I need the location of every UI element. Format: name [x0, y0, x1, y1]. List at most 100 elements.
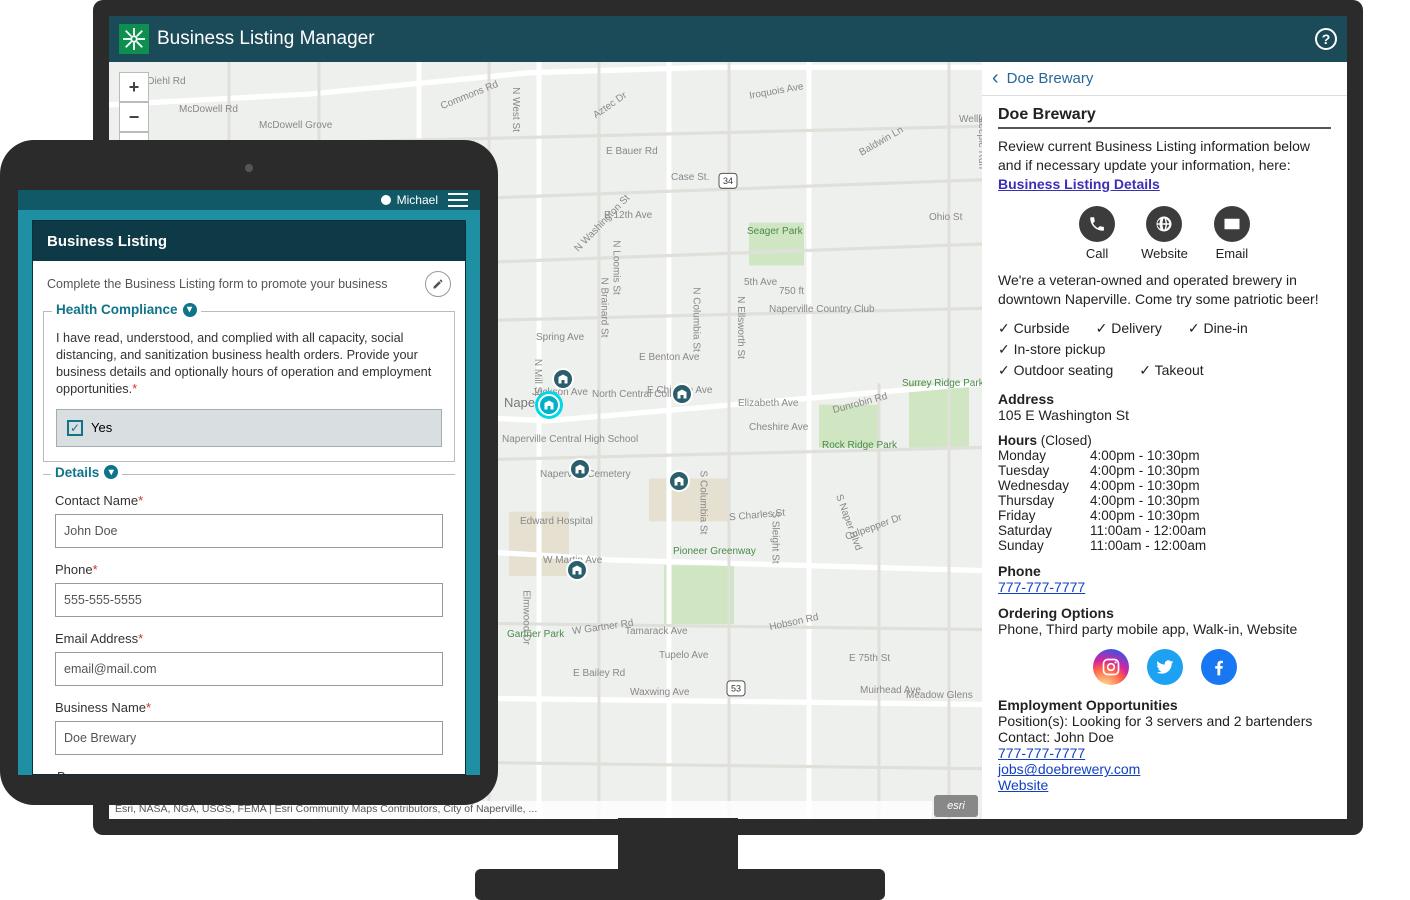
- social-links: [998, 649, 1331, 685]
- review-text: Review current Business Listing informat…: [998, 137, 1331, 194]
- edit-button[interactable]: [425, 271, 451, 297]
- poi-label: McDowell Grove: [259, 120, 332, 131]
- emp-phone-link[interactable]: 777-777-7777: [998, 745, 1085, 761]
- form-intro-text: Complete the Business Listing form to pr…: [47, 277, 387, 291]
- esri-logo: esri: [934, 795, 978, 817]
- features-row-1: ✓ Curbside ✓ Delivery ✓ Dine-in ✓ In-sto…: [998, 318, 1331, 360]
- details-panel: ‹ Doe Brewary Doe Brewary Review current…: [982, 62, 1347, 819]
- app-logo-icon: [119, 24, 149, 54]
- street-label: McDowell Rd: [179, 104, 238, 115]
- street-label: N Brainard St: [599, 277, 610, 337]
- street-label: E Bailey Rd: [573, 668, 625, 679]
- park-label: Gartner Park: [507, 629, 564, 640]
- business-listing-details-link[interactable]: Business Listing Details: [998, 176, 1160, 192]
- park-label: Seager Park: [747, 226, 803, 237]
- map-pin[interactable]: [552, 368, 574, 390]
- street-label: 5th Ave: [744, 277, 777, 288]
- hc-yes-checkbox[interactable]: ✓ Yes: [56, 409, 442, 447]
- user-avatar-icon: [381, 195, 391, 205]
- contact-name-input[interactable]: [55, 514, 443, 548]
- street-label: 750 ft: [779, 286, 804, 297]
- phone-field: Phone*: [55, 562, 443, 617]
- email-field: Email Address*: [55, 631, 443, 686]
- form-intro-row: Complete the Business Listing form to pr…: [33, 261, 465, 307]
- health-compliance-fieldset: Health Compliance▾ I have read, understo…: [43, 311, 455, 462]
- street-label: E Bauer Rd: [606, 146, 658, 157]
- street-label: N Ellsworth St: [735, 296, 746, 359]
- svg-text:34: 34: [723, 176, 733, 186]
- tablet-frame: Michael Business Listing Complete the Bu…: [0, 140, 498, 805]
- help-button[interactable]: ?: [1315, 28, 1337, 50]
- map-pin[interactable]: [668, 470, 690, 492]
- poi-label: Naperville Central High School: [502, 434, 572, 445]
- street-label: Wellington Ct.: [959, 114, 982, 125]
- call-button[interactable]: Call: [1079, 206, 1115, 261]
- park-label: Surrey Ridge Park: [902, 378, 962, 389]
- street-label: N Loomis St: [611, 240, 622, 294]
- zoom-out-button[interactable]: −: [119, 102, 149, 132]
- field-label: Contact Name*: [55, 493, 443, 508]
- panel-body[interactable]: Doe Brewary Review current Business List…: [982, 96, 1347, 819]
- phone-link[interactable]: 777-777-7777: [998, 579, 1085, 595]
- business-description: We're a veteran-owned and operated brewe…: [998, 271, 1331, 309]
- collapse-icon: ▾: [183, 303, 197, 317]
- park-label: Rock Ridge Park: [822, 440, 897, 451]
- form-title: Business Listing: [33, 221, 465, 261]
- details-legend[interactable]: Details▾: [51, 465, 122, 480]
- emp-website-link[interactable]: Website: [998, 777, 1048, 793]
- field-label: Email Address*: [55, 631, 443, 646]
- map-pin-selected[interactable]: [538, 394, 560, 416]
- business-title: Doe Brewary: [998, 106, 1331, 129]
- app-title: Business Listing Manager: [157, 28, 375, 50]
- street-label: E Benton Ave: [639, 352, 699, 363]
- contact-icons: Call Website Email: [998, 206, 1331, 261]
- street-label: E 75th St: [849, 653, 890, 664]
- email-input[interactable]: [55, 652, 443, 686]
- twitter-link[interactable]: [1147, 649, 1183, 685]
- street-label: Elizabeth Ave: [738, 398, 798, 409]
- field-label: Phone*: [55, 562, 443, 577]
- street-label: S Sleight St: [770, 511, 781, 563]
- details-fieldset: Details▾ Contact Name* Phone* Email Addr…: [43, 474, 455, 775]
- map-pin[interactable]: [671, 383, 693, 405]
- street-label: Ohio St: [929, 212, 962, 223]
- map-pin[interactable]: [566, 559, 588, 581]
- user-name: Michael: [397, 193, 438, 207]
- email-button[interactable]: Email: [1214, 206, 1250, 261]
- street-label: N West St: [510, 87, 521, 132]
- website-button[interactable]: Website: [1141, 206, 1188, 261]
- svg-text:53: 53: [731, 683, 741, 693]
- street-label: Tamarack Ave: [625, 626, 688, 637]
- street-label: Case St.: [671, 172, 709, 183]
- email-icon: [1214, 206, 1250, 242]
- back-button[interactable]: ‹: [992, 67, 999, 90]
- monitor-base: [475, 869, 885, 900]
- globe-icon: [1146, 206, 1182, 242]
- instagram-link[interactable]: [1093, 649, 1129, 685]
- features-row-2: ✓ Outdoor seating ✓ Takeout: [998, 360, 1331, 381]
- business-name-input[interactable]: [55, 721, 443, 755]
- poi-label: Edward Hospital: [520, 516, 568, 527]
- poi-label: Meadow Glens: [906, 690, 973, 701]
- field-label: Business Name*: [55, 700, 443, 715]
- collapse-icon: ▾: [104, 465, 118, 479]
- breadcrumb: ‹ Doe Brewary: [982, 62, 1347, 96]
- app-header: Business Listing Manager ?: [109, 16, 1347, 62]
- features: ✓ Curbside ✓ Delivery ✓ Dine-in ✓ In-sto…: [998, 318, 1331, 381]
- phone-icon: [1079, 206, 1115, 242]
- menu-button[interactable]: [448, 193, 468, 207]
- street-label: Waxwing Ave: [630, 687, 689, 698]
- tablet-camera: [245, 164, 253, 172]
- emp-email-link[interactable]: jobs@doebrewery.com: [998, 761, 1140, 777]
- hours-section: Hours (Closed) Monday4:00pm - 10:30pm Tu…: [998, 433, 1331, 553]
- zoom-in-button[interactable]: +: [119, 72, 149, 102]
- hc-legend[interactable]: Health Compliance▾: [52, 302, 201, 317]
- street-label: Elmwood Dr: [521, 590, 532, 644]
- poi-label: Naperville Country Club: [769, 304, 875, 315]
- address-section: Address 105 E Washington St: [998, 391, 1331, 423]
- map-pin[interactable]: [569, 458, 591, 480]
- facebook-link[interactable]: [1201, 649, 1237, 685]
- phone-section: Phone 777-777-7777: [998, 563, 1331, 595]
- phone-input[interactable]: [55, 583, 443, 617]
- tablet-topbar: Michael: [18, 190, 480, 210]
